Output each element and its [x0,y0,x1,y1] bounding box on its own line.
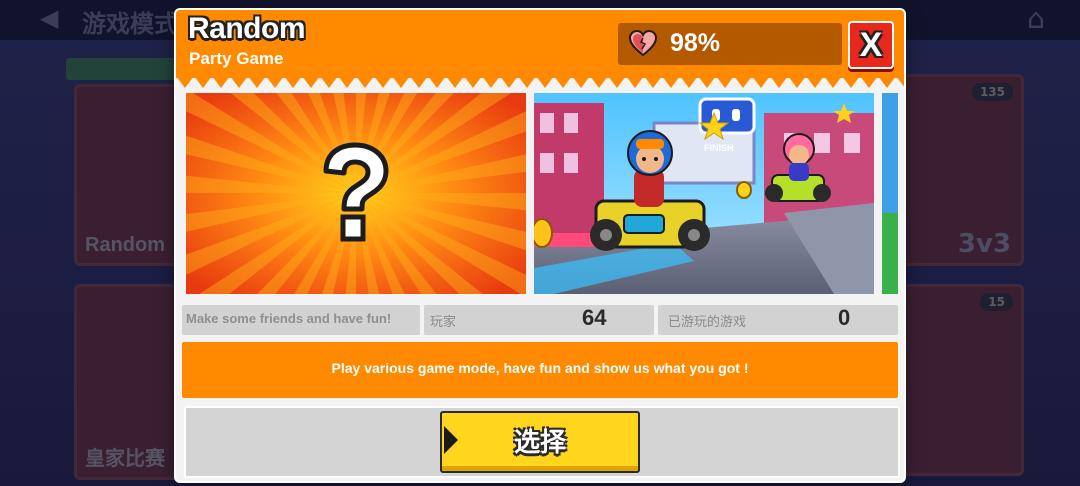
tagline-text: Make some friends and have fun! [186,311,392,326]
mode-detail-dialog: Random Party Game 98% X FINISH Make some… [176,10,904,481]
select-button[interactable]: 选择 [440,411,640,473]
heart-icon [628,29,658,57]
random-mode-image [186,93,526,294]
health-percentage: 98% [670,29,721,57]
players-cell: 玩家 64 [424,305,654,335]
select-bar: 选择 [184,406,900,478]
select-button-label: 选择 [513,428,566,458]
kart-racing-preview-image: FINISH [534,93,874,294]
players-label: 玩家 [430,315,457,330]
mode-title: Random [188,12,306,45]
dialog-header: Random Party Game 98% X [176,10,904,78]
tagline-cell: Make some friends and have fun! [182,305,420,335]
health-display: 98% [618,23,842,65]
games-played-cell: 已游玩的游戏 0 [658,305,898,335]
mode-subtitle: Party Game [189,49,284,68]
games-played-label: 已游玩的游戏 [668,315,747,330]
kart-scene: FINISH [534,93,874,294]
games-played-value: 0 [838,305,851,330]
next-image-peek [882,93,898,294]
players-value: 64 [582,305,607,330]
mode-description: Play various game mode, have fun and sho… [331,360,749,376]
header-zigzag-edge [176,76,904,88]
question-mark-icon [323,142,389,242]
mode-description-panel: Play various game mode, have fun and sho… [182,342,898,398]
close-button[interactable]: X [848,21,894,69]
finish-sign-text: FINISH [704,143,734,153]
